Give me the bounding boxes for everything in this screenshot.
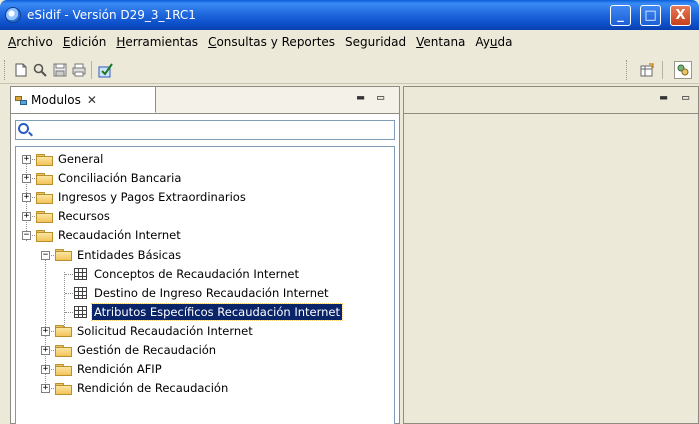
tree-item-label: Rendición AFIP — [77, 362, 162, 377]
expand-icon[interactable]: + — [41, 384, 50, 394]
collapse-icon[interactable]: − — [41, 250, 50, 260]
collapse-icon[interactable]: − — [22, 231, 31, 241]
minimize-button[interactable]: _ — [610, 5, 631, 26]
modulos-panel: Modulos ✕ ▬ ▭ + General + Conciliación Banc… — [10, 86, 400, 424]
close-button[interactable]: X — [670, 5, 691, 26]
title-bar[interactable]: eSidif - Versión D29_3_1RC1 _ □ X — [0, 0, 699, 30]
menu-consultas-y-reportes[interactable]: Consultas y Reportes — [204, 33, 341, 49]
tree-item[interactable]: Rendición de Recaudación — [55, 379, 230, 397]
toolbar-grip[interactable] — [4, 60, 7, 80]
maximize-view-icon[interactable]: ▭ — [377, 90, 384, 104]
folder-icon — [36, 229, 53, 242]
tree-item[interactable]: Recursos — [36, 207, 112, 225]
editor-area: ▬ ▭ — [403, 86, 699, 424]
tree-item[interactable]: General — [36, 150, 105, 168]
panel-header: Modulos ✕ ▬ ▭ — [11, 87, 399, 114]
tree-item-label: Entidades Básicas — [77, 247, 182, 262]
menu-herramientas[interactable]: Herramientas — [112, 33, 204, 49]
menu-edición[interactable]: Edición — [59, 33, 112, 49]
tree-item[interactable]: Entidades Básicas — [55, 246, 183, 264]
tree-item[interactable]: Conciliación Bancaria — [36, 169, 183, 187]
tree-item[interactable]: Solicitud Recaudación Internet — [55, 322, 255, 340]
maximize-editor-icon[interactable]: ▭ — [682, 90, 689, 104]
tree-item[interactable]: Conceptos de Recaudación Internet — [74, 265, 301, 283]
folder-icon — [55, 382, 72, 395]
tree-item-label: Conceptos de Recaudación Internet — [94, 266, 299, 281]
tree-item[interactable]: Rendición AFIP — [55, 360, 164, 378]
folder-icon — [36, 191, 53, 204]
minimize-view-icon[interactable]: ▬ — [357, 90, 364, 104]
menu-ventana[interactable]: Ventana — [412, 33, 471, 49]
tree-item[interactable]: Recaudación Internet — [36, 226, 183, 244]
tree-item-label: Destino de Ingreso Recaudación Internet — [94, 285, 329, 300]
toolbar-separator — [91, 61, 92, 79]
open-perspective-icon[interactable] — [638, 61, 656, 79]
search-icon[interactable] — [31, 61, 49, 79]
tree-item-label: Rendición de Recaudación — [77, 381, 229, 396]
tree-item-label: General — [58, 152, 104, 166]
tree-connector — [64, 272, 65, 329]
folder-icon — [55, 249, 72, 261]
tree-item-label: Recaudación Internet — [58, 228, 181, 243]
tree-item[interactable]: Atributos Específicos Recaudación Intern… — [74, 302, 343, 321]
tree-item-label: Recursos — [58, 209, 110, 224]
module-tree: + General + Conciliación Bancaria + Ingresos … — [15, 146, 395, 424]
folder-icon — [55, 363, 72, 376]
search-icon — [18, 123, 29, 134]
tree-item-label: Conciliación Bancaria — [58, 171, 182, 186]
maximize-button[interactable]: □ — [640, 5, 661, 26]
menu-ayuda[interactable]: Ayuda — [471, 33, 518, 49]
minimize-editor-icon[interactable]: ▬ — [660, 90, 667, 104]
tree-item[interactable]: Gestión de Recaudación — [55, 341, 218, 359]
hierarchy-icon — [15, 95, 27, 105]
table-icon — [74, 286, 87, 299]
menu-seguridad[interactable]: Seguridad — [341, 33, 412, 49]
tree-item-label: Atributos Específicos Recaudación Intern… — [91, 302, 343, 321]
tree-item-label: Solicitud Recaudación Internet — [77, 323, 253, 338]
tree-item-label: Ingresos y Pagos Extraordinarios — [58, 190, 246, 205]
save-icon[interactable] — [51, 61, 69, 79]
folder-icon — [36, 172, 53, 185]
folder-icon — [55, 325, 72, 338]
folder-icon — [36, 153, 53, 166]
app-logo-icon — [5, 7, 21, 23]
tree-item[interactable]: Destino de Ingreso Recaudación Internet — [74, 284, 331, 302]
editor-header: ▬ ▭ — [404, 87, 698, 114]
menu-bar: Archivo Edición Herramientas Consultas y Re… — [0, 30, 699, 52]
menu-archivo[interactable]: Archivo — [4, 33, 59, 49]
close-icon[interactable]: ✕ — [87, 93, 97, 107]
expand-icon[interactable]: + — [22, 174, 31, 184]
print-icon[interactable] — [70, 61, 88, 79]
tab-label: Modulos — [31, 92, 81, 107]
folder-icon — [36, 210, 53, 223]
export-icon[interactable] — [97, 61, 115, 79]
expand-icon[interactable]: + — [41, 365, 50, 375]
expand-icon[interactable]: + — [41, 326, 50, 336]
toolbar — [0, 56, 699, 84]
expand-icon[interactable]: + — [41, 346, 50, 355]
folder-icon — [55, 344, 72, 357]
perspective-icon[interactable] — [674, 61, 692, 79]
expand-icon[interactable]: + — [22, 193, 31, 203]
new-file-icon[interactable] — [12, 61, 30, 79]
table-icon — [74, 267, 87, 280]
expand-icon[interactable]: + — [22, 155, 31, 164]
tab-modulos[interactable]: Modulos ✕ — [11, 87, 156, 113]
toolbar-separator-right — [662, 61, 663, 79]
tree-item-label: Gestión de Recaudación — [77, 343, 217, 357]
table-icon — [74, 305, 87, 318]
tree-item[interactable]: Ingresos y Pagos Extraordinarios — [36, 188, 248, 206]
toolbar-grip-right[interactable] — [626, 60, 629, 80]
expand-icon[interactable]: + — [22, 212, 31, 222]
search-input[interactable] — [15, 120, 395, 140]
window-title: eSidif - Versión D29_3_1RC1 — [27, 8, 196, 22]
